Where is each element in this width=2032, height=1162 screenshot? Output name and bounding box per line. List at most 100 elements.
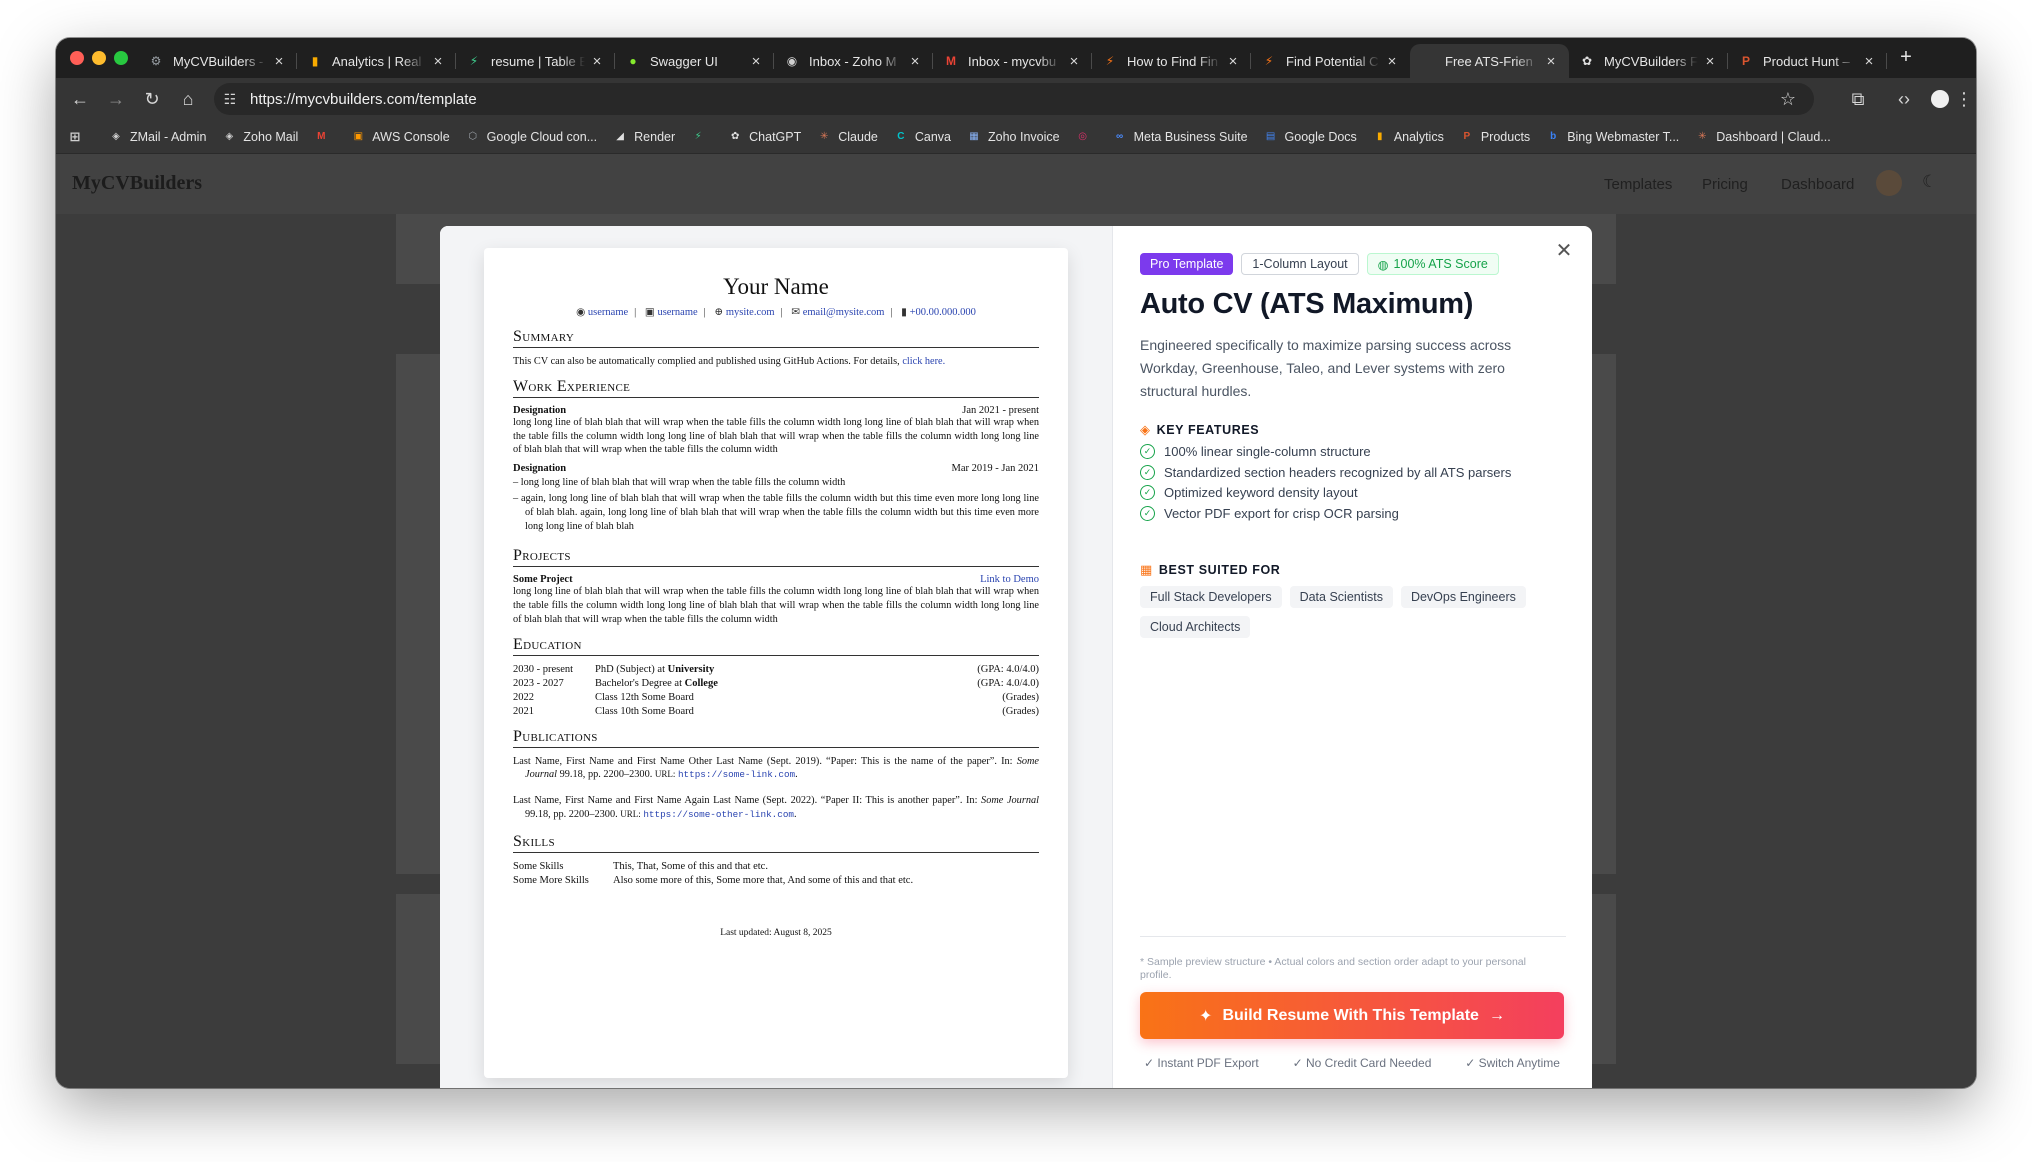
tab-4[interactable]: ● Swagger UI × <box>615 44 774 78</box>
tab-11[interactable]: P Product Hunt – × <box>1728 44 1887 78</box>
role-chip: Cloud Architects <box>1140 616 1251 638</box>
pub-2-pages: 99.18, pp. 2200–2300. <box>525 808 621 820</box>
instagram-icon: ◎ <box>1078 131 1087 142</box>
cv-footer: Last updated: August 8, 2025 <box>720 928 832 939</box>
bookmark-16[interactable]: P Products <box>1460 129 1531 144</box>
bookmark-label: Zoho Invoice <box>988 129 1060 144</box>
nav-pricing[interactable]: Pricing <box>1702 176 1748 193</box>
bookmark-6[interactable]: ◢ Render <box>613 130 675 144</box>
nav-templates[interactable]: Templates <box>1604 176 1672 193</box>
summary-link: click here. <box>902 356 946 367</box>
tab-title: Find Potential C <box>1286 53 1379 69</box>
bookmark-15[interactable]: ▮ Analytics <box>1373 130 1444 144</box>
cv-publications-heading: Publications <box>513 728 1039 748</box>
bookmark-11[interactable]: ▦ Zoho Invoice <box>967 129 1060 144</box>
tab-10[interactable]: ✿ MyCVBuilders F × <box>1569 44 1728 78</box>
forward-icon[interactable]: → <box>104 87 128 111</box>
tab-2[interactable]: ▮ Analytics | Real × <box>297 44 456 78</box>
chatgpt-icon: ✿ <box>730 131 740 142</box>
extensions-icon[interactable]: ⧉ <box>1846 87 1870 111</box>
maximize-window-button[interactable] <box>114 51 128 65</box>
best-suited-label: BEST SUITED FOR <box>1158 563 1281 577</box>
reload-icon[interactable]: ↻ <box>140 87 164 111</box>
bookmark-star-icon[interactable]: ☆ <box>1776 87 1800 111</box>
tab-1[interactable]: ⚙ MyCVBuilders - × <box>138 44 297 78</box>
tab-close-icon[interactable]: × <box>271 53 287 70</box>
check-circle-icon: ✓ <box>1140 464 1155 480</box>
tab-close-icon[interactable]: × <box>1543 53 1559 70</box>
bookmark-2[interactable]: ◈ Zoho Mail <box>222 130 299 144</box>
tab-close-icon[interactable]: × <box>1702 53 1718 70</box>
profile-icon[interactable] <box>1928 87 1952 111</box>
gmail-icon: M <box>946 54 956 68</box>
bookmark-8[interactable]: ✿ ChatGPT <box>728 130 801 144</box>
tab-title: resume | Table E <box>491 53 585 69</box>
nav-dashboard[interactable]: Dashboard <box>1781 176 1854 193</box>
check-circle-icon: ✓ <box>1140 505 1155 521</box>
menu-icon[interactable]: ⋮ <box>1952 87 1976 111</box>
tab-close-icon[interactable]: × <box>907 53 923 70</box>
back-icon[interactable]: ← <box>68 87 92 111</box>
devtools-icon[interactable]: ‹› <box>1892 87 1916 111</box>
browser-window: ⚙ MyCVBuilders - × ▮ Analytics | Real × ⚡ resum… <box>56 38 1976 1088</box>
bookmark-12[interactable]: ◎ <box>1076 130 1097 144</box>
bookmark-1[interactable]: ◈ ZMail - Admin <box>109 130 206 144</box>
bolt-icon: ⚡ <box>469 54 479 68</box>
bookmark-label: Claude <box>838 129 878 144</box>
ats-score-text: 100% ATS Score <box>1393 257 1488 271</box>
job-2-bullet-2: – again, long long line of blah blah tha… <box>513 492 1039 532</box>
tab-3[interactable]: ⚡ resume | Table E × <box>456 44 615 78</box>
education-table: 2030 - present PhD (Subject) at Universit… <box>513 663 1039 719</box>
site-logo[interactable]: MyCVBuilders <box>72 172 202 195</box>
bookmark-label: Products <box>1480 129 1531 144</box>
aws-icon: ▣ <box>353 131 364 142</box>
tab-close-icon[interactable]: × <box>1225 53 1241 70</box>
pub-1-url-label: URL: <box>654 769 676 780</box>
home-icon[interactable]: ⌂ <box>176 87 200 111</box>
tab-6[interactable]: M Inbox - mycvbu × <box>933 44 1092 78</box>
tab-7[interactable]: ⚡ How to Find Fin × <box>1092 44 1251 78</box>
tab-9[interactable]: Free ATS-Frien × <box>1410 44 1569 78</box>
feature-item: ✓ Vector PDF export for crisp OCR parsing <box>1140 505 1399 521</box>
apps-icon[interactable]: ⊞ <box>68 129 89 144</box>
bookmark-18[interactable]: ✳ Dashboard | Claud... <box>1695 130 1831 144</box>
url-text: https://mycvbuilders.com/template <box>250 91 477 108</box>
bookmark-9[interactable]: ✳ Claude <box>817 130 878 144</box>
project-link: Link to Demo <box>980 574 1039 586</box>
bookmark-13[interactable]: ∞ Meta Business Suite <box>1113 130 1248 144</box>
minimize-window-button[interactable] <box>92 51 106 65</box>
avatar[interactable] <box>1876 170 1902 196</box>
edu-degree: Bachelor's Degree at College <box>595 677 718 689</box>
new-tab-button[interactable]: + <box>1894 46 1918 69</box>
bookmark-4[interactable]: ▣ AWS Console <box>351 130 450 144</box>
moon-icon[interactable]: ☾ <box>1922 172 1937 192</box>
cv-work-heading: Work Experience <box>513 378 1039 398</box>
bookmark-7[interactable]: ⚡ <box>691 130 712 144</box>
analytics-icon: ▮ <box>1377 131 1383 142</box>
tab-close-icon[interactable]: × <box>1861 53 1877 70</box>
bookmark-5[interactable]: ⬡ Google Cloud con... <box>466 130 597 144</box>
tab-close-icon[interactable]: × <box>430 53 446 70</box>
tab-close-icon[interactable]: × <box>1384 53 1400 70</box>
build-resume-button[interactable]: ✦ Build Resume With This Template → <box>1140 992 1564 1039</box>
close-window-button[interactable] <box>70 51 84 65</box>
bookmark-10[interactable]: C Canva <box>894 130 951 144</box>
bookmark-14[interactable]: ▤ Google Docs <box>1264 130 1357 144</box>
ats-score-badge: ◍ 100% ATS Score <box>1366 253 1499 275</box>
tab-close-icon[interactable]: × <box>1066 53 1082 70</box>
tab-close-icon[interactable]: × <box>748 53 764 70</box>
role-chip: Data Scientists <box>1289 586 1393 608</box>
tab-8[interactable]: ⚡ Find Potential C × <box>1251 44 1410 78</box>
producthunt-icon: P <box>1463 131 1471 142</box>
tab-title: Product Hunt – <box>1763 53 1850 69</box>
tab-close-icon[interactable]: × <box>589 53 605 70</box>
tab-5[interactable]: ◉ Inbox - Zoho M × <box>774 44 933 78</box>
skill-values: This, That, Some of this and that etc. <box>613 861 768 873</box>
edu-years: 2030 - present <box>513 663 574 675</box>
bookmark-17[interactable]: b Bing Webmaster T... <box>1546 130 1679 144</box>
page: MyCVBuilders Templates Pricing Dashboard… <box>56 154 1976 1088</box>
tab-title: Inbox - mycvbu <box>968 53 1057 69</box>
address-bar[interactable]: ☷ https://mycvbuilders.com/template ☆ <box>214 83 1814 115</box>
site-info-icon[interactable]: ☷ <box>218 87 242 111</box>
bookmark-3[interactable]: M <box>314 130 335 144</box>
